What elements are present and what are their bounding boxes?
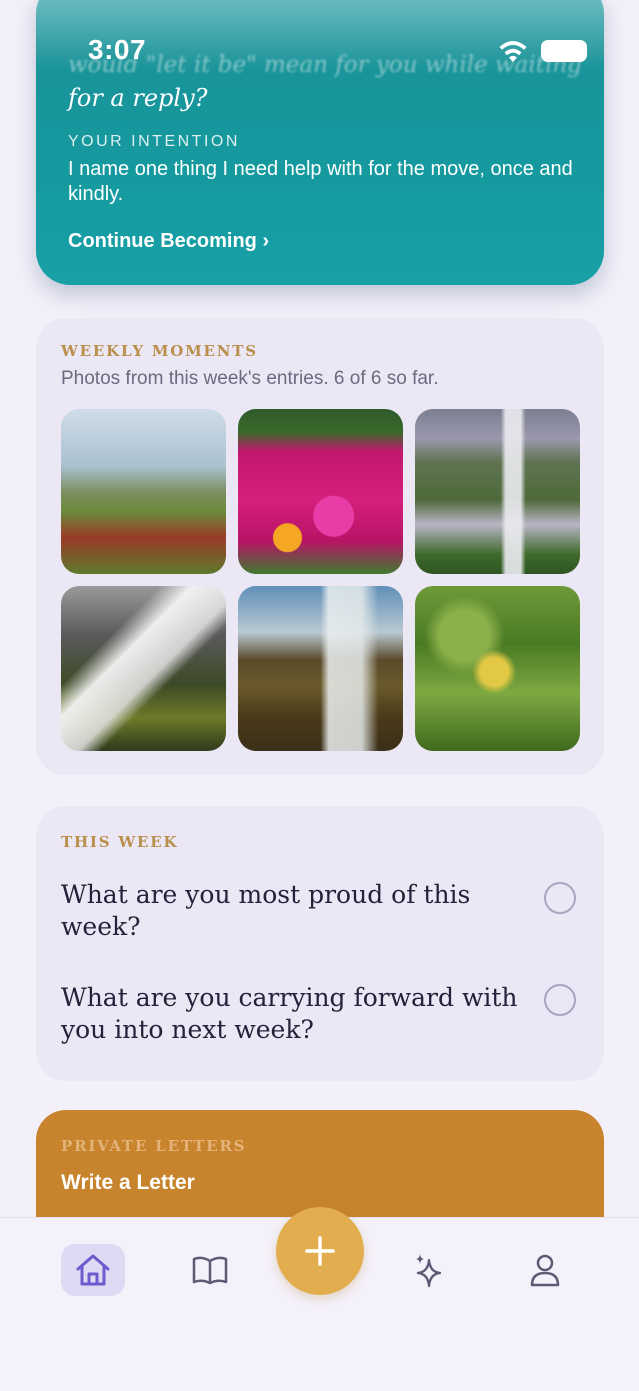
plus-icon <box>305 1236 335 1266</box>
private-letters-label: PRIVATE LETTERS <box>61 1137 247 1155</box>
question-carrying-forward: What are you carrying forward with you i… <box>61 983 518 1044</box>
weekly-moments-label: WEEKLY MOMENTS <box>61 342 258 360</box>
pink-flowers-photo[interactable] <box>238 409 403 574</box>
prompt-text: for a reply? <box>68 84 208 112</box>
intention-text: I name one thing I need help with for th… <box>68 158 573 205</box>
tab-journal[interactable] <box>178 1244 242 1296</box>
waterfall-rocks-photo[interactable] <box>61 586 226 751</box>
question-carrying-forward-checkbox[interactable] <box>544 984 576 1016</box>
prompt-text-faded: would "let it be" mean for you while wai… <box>68 52 582 78</box>
this-week-label: THIS WEEK <box>61 833 179 851</box>
intention-label: YOUR INTENTION <box>68 133 240 150</box>
ice-plant-flower-photo[interactable] <box>61 409 226 574</box>
intention-card[interactable]: would "let it be" mean for you while wai… <box>36 0 604 285</box>
weekly-moments-card: WEEKLY MOMENTS Photos from this week's e… <box>36 318 604 775</box>
tab-profile[interactable] <box>513 1244 577 1296</box>
waterfall-river-photo[interactable] <box>238 586 403 751</box>
lemon-tree-photo[interactable] <box>415 586 580 751</box>
private-letters-card[interactable]: PRIVATE LETTERS Write a Letter <box>36 1110 604 1218</box>
person-icon <box>530 1254 560 1287</box>
sparkles-icon <box>416 1254 442 1288</box>
weekly-moments-subtitle: Photos from this week's entries. 6 of 6 … <box>61 368 439 389</box>
tab-home[interactable] <box>61 1244 125 1296</box>
question-proud: What are you most proud of this week? <box>61 880 471 941</box>
book-icon <box>192 1256 228 1285</box>
write-letter-title[interactable]: Write a Letter <box>61 1171 195 1195</box>
this-week-card: THIS WEEK What are you most proud of thi… <box>36 806 604 1081</box>
continue-becoming-link[interactable]: Continue Becoming › <box>68 230 269 253</box>
tab-insights[interactable] <box>397 1244 461 1296</box>
add-entry-button[interactable] <box>276 1207 364 1295</box>
photo-grid <box>61 409 580 751</box>
waterfall-cliff-photo[interactable] <box>415 409 580 574</box>
question-proud-checkbox[interactable] <box>544 882 576 914</box>
home-icon <box>76 1254 110 1286</box>
